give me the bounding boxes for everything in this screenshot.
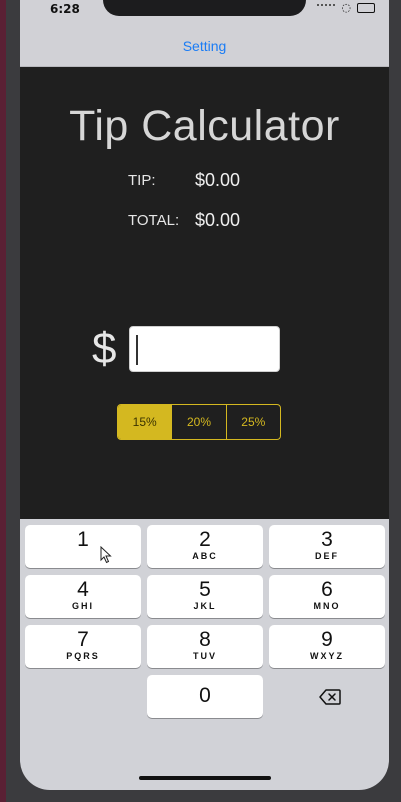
key-2[interactable]: 2 ABC [147,525,263,568]
key-7-letters: PQRS [66,651,100,661]
key-5[interactable]: 5 JKL [147,575,263,618]
key-3-digit: 3 [321,528,333,551]
key-8-digit: 8 [199,628,211,651]
numeric-keypad: 1 2 ABC 3 DEF 4 GHI 5 JKL 6 MNO 7 PQRS 8 [20,519,389,790]
key-4[interactable]: 4 GHI [25,575,141,618]
device-notch [103,0,306,16]
key-1-digit: 1 [77,528,89,551]
status-time: 6:28 [50,2,80,16]
key-1[interactable]: 1 [25,525,141,568]
key-2-digit: 2 [199,528,211,551]
delete-key[interactable] [310,682,350,712]
tip-option-20[interactable]: 20% [172,405,227,439]
key-3-letters: DEF [315,551,339,561]
backspace-icon [319,689,341,705]
key-9-digit: 9 [321,628,333,651]
key-6-letters: MNO [313,601,341,611]
battery-icon [357,3,375,13]
key-5-digit: 5 [199,578,211,601]
navigation-bar: Setting [20,28,389,67]
text-caret [136,335,138,365]
key-7[interactable]: 7 PQRS [25,625,141,668]
status-icons: ◌ [317,1,375,14]
key-8[interactable]: 8 TUV [147,625,263,668]
tip-label: TIP: [128,172,156,189]
device-edge [0,0,6,802]
key-8-letters: TUV [193,651,217,661]
key-0-digit: 0 [199,684,211,707]
key-4-digit: 4 [77,578,89,601]
wifi-icon: ◌ [341,1,351,14]
key-9-letters: WXYZ [310,651,344,661]
setting-button[interactable]: Setting [20,38,389,54]
home-indicator[interactable] [139,776,271,780]
tip-value: $0.00 [195,170,241,190]
tip-percentage-selector: 15% 20% 25% [117,404,281,440]
currency-symbol: $ [92,324,117,373]
key-4-letters: GHI [71,601,94,611]
mouse-pointer-icon [100,546,112,564]
tip-option-15[interactable]: 15% [118,405,173,439]
tip-option-25[interactable]: 25% [227,405,280,439]
key-2-letters: ABC [192,551,218,561]
app-screen: 6:28 ◌ Setting Tip Calculator TIP: $0.00… [20,0,389,790]
key-6[interactable]: 6 MNO [269,575,385,618]
key-9[interactable]: 9 WXYZ [269,625,385,668]
app-title: Tip Calculator [69,102,340,150]
total-value: $0.00 [195,210,241,230]
signal-icon [317,4,336,12]
key-5-letters: JKL [193,601,217,611]
bill-amount-field[interactable] [129,326,280,372]
key-0[interactable]: 0 [147,675,263,718]
total-label: TOTAL: [128,212,180,229]
key-6-digit: 6 [321,578,333,601]
key-3[interactable]: 3 DEF [269,525,385,568]
key-7-digit: 7 [77,628,89,651]
